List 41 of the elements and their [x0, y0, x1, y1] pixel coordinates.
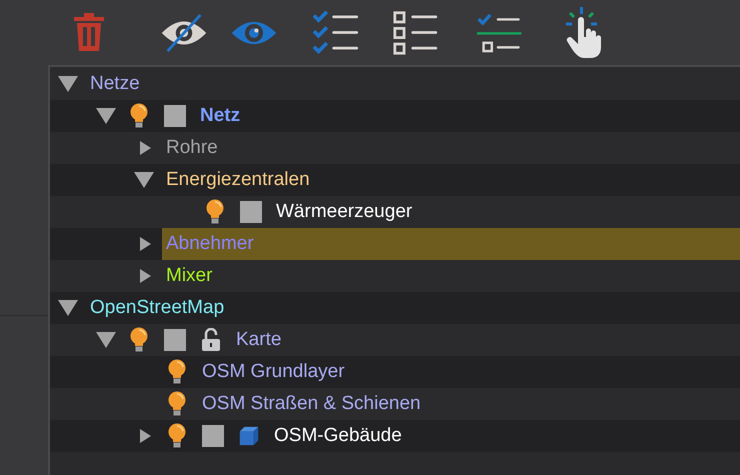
collapse-arrow-icon[interactable] — [58, 76, 78, 92]
tree-item-label: OpenStreetMap — [90, 296, 224, 320]
expand-arrow-icon[interactable] — [140, 237, 151, 251]
cube-icon — [238, 424, 260, 448]
light-bulb-icon[interactable] — [167, 391, 187, 417]
collapse-arrow-icon[interactable] — [58, 300, 78, 316]
tree-row[interactable]: Rohre — [166, 132, 740, 164]
tree-item-label: OSM Straßen & Schienen — [202, 392, 421, 416]
collapse-arrow-icon[interactable] — [96, 108, 116, 124]
light-bulb-icon[interactable] — [205, 199, 225, 225]
tree-item-label: Karte — [236, 328, 282, 352]
expand-arrow-icon[interactable] — [140, 141, 151, 155]
light-bulb-icon[interactable] — [129, 327, 149, 353]
tree-item-label: OSM Grundlayer — [202, 360, 345, 384]
tree-item-label: Wärmeerzeuger — [276, 200, 412, 224]
expand-arrow-icon[interactable] — [140, 269, 151, 283]
tree-item-label: Netz — [200, 104, 240, 128]
tree-item-label: Netze — [90, 72, 140, 96]
tree-item-label: Rohre — [166, 136, 218, 160]
checked-list-icon[interactable] — [313, 10, 359, 56]
tree-row[interactable]: Karte — [236, 324, 740, 356]
tree-row[interactable]: OSM Straßen & Schienen — [202, 388, 740, 420]
unchecked-list-icon[interactable] — [393, 10, 439, 56]
checkbox[interactable] — [240, 201, 262, 223]
checkbox[interactable] — [164, 105, 186, 127]
collapse-arrow-icon[interactable] — [96, 332, 116, 348]
tree-item-label: Mixer — [166, 264, 212, 288]
light-bulb-icon[interactable] — [129, 103, 149, 129]
tree-row[interactable]: Mixer — [166, 260, 740, 292]
tree-item-label: Energiezentralen — [166, 168, 310, 192]
expand-arrow-icon[interactable] — [140, 429, 151, 443]
tree-row[interactable]: Wärmeerzeuger — [276, 196, 740, 228]
checkbox[interactable] — [164, 329, 186, 351]
open-lock-icon[interactable] — [201, 328, 221, 352]
collapse-arrow-icon[interactable] — [134, 172, 154, 188]
tree-row[interactable]: Netze — [90, 68, 740, 100]
tree-item-label: OSM-Gebäude — [274, 424, 402, 448]
checkbox[interactable] — [202, 425, 224, 447]
tree-item-label: Abnehmer — [166, 232, 254, 256]
light-bulb-icon[interactable] — [167, 359, 187, 385]
light-bulb-icon[interactable] — [167, 423, 187, 449]
